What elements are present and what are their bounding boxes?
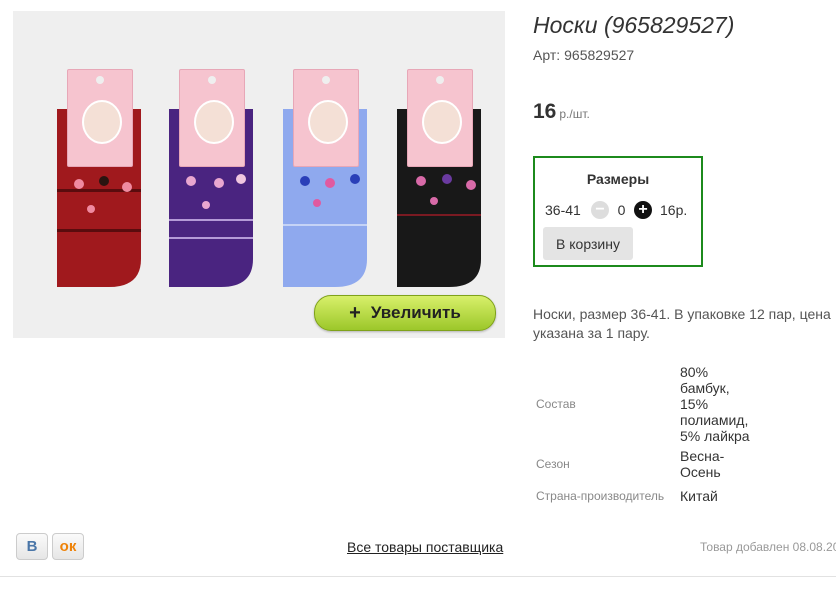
sock-light-blue	[275, 69, 395, 291]
attr-label-country: Страна-производитель	[536, 489, 665, 503]
attr-value-country: Китай	[680, 488, 718, 504]
vk-share-button[interactable]: В	[16, 533, 48, 560]
attr-label-composition: Состав	[536, 397, 576, 411]
ok-share-button[interactable]: ок	[52, 533, 84, 560]
description: Носки, размер 36-41. В упаковке 12 пар, …	[533, 306, 831, 341]
size-price: 16р.	[660, 202, 688, 218]
divider	[0, 576, 836, 577]
product-image[interactable]	[13, 11, 505, 338]
quantity-value[interactable]: 0	[609, 202, 634, 218]
zoom-button[interactable]: + Увеличить	[314, 295, 496, 331]
price-value: 16	[533, 100, 557, 123]
minus-icon[interactable]: −	[591, 201, 609, 219]
attr-value-season: Весна-Осень	[680, 448, 725, 480]
sku-label: Арт:	[533, 47, 561, 63]
sizes-title: Размеры	[586, 171, 650, 187]
add-to-cart-button[interactable]: В корзину	[543, 227, 633, 260]
size-row: 36-41 − 0 + 16р.	[545, 201, 687, 219]
plus-icon[interactable]: +	[634, 201, 652, 219]
plus-icon: +	[349, 301, 361, 324]
sku: Арт: 965829527	[533, 47, 634, 63]
sku-value: 965829527	[564, 47, 635, 63]
price-unit: р./шт.	[559, 107, 590, 121]
price: 16 р./шт.	[533, 100, 590, 124]
added-date: Товар добавлен 08.08.20	[700, 540, 836, 554]
sizes-box: Размеры 36-41 − 0 + 16р. В корзину	[533, 156, 703, 267]
product-title: Носки (965829527)	[533, 12, 735, 38]
sock-red	[49, 69, 169, 291]
odnoklassniki-icon: ок	[59, 538, 77, 555]
sock-black	[389, 69, 505, 291]
vk-icon: В	[26, 538, 38, 555]
sock-purple	[161, 69, 281, 291]
size-name: 36-41	[545, 202, 581, 218]
attr-label-season: Сезон	[536, 457, 570, 471]
zoom-label: Увеличить	[370, 303, 461, 322]
supplier-products-link[interactable]: Все товары поставщика	[347, 539, 503, 555]
attr-value-composition: 80% бамбук, 15% полиамид, 5% лайкра	[680, 364, 750, 444]
